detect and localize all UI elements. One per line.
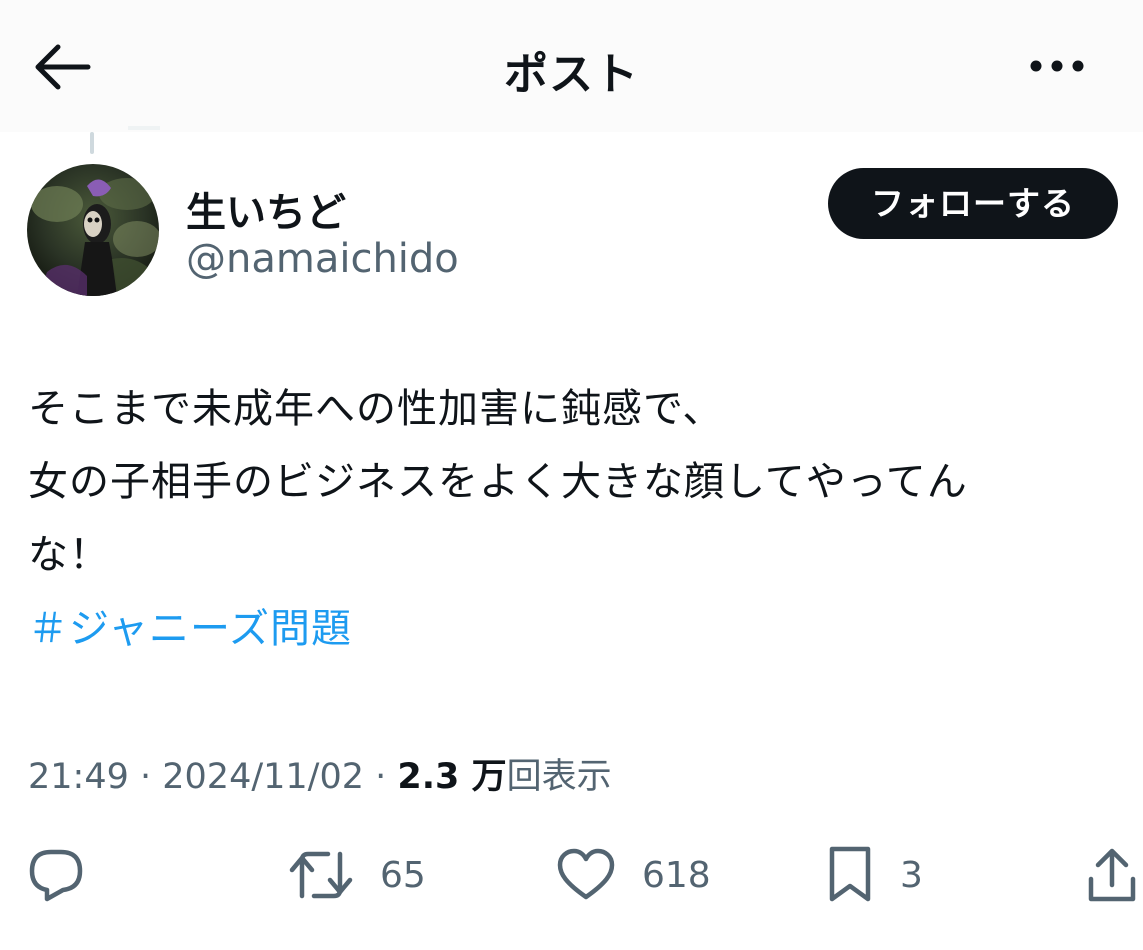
divider — [128, 126, 160, 130]
post-date[interactable]: 2024/11/02 — [162, 757, 364, 797]
tweet-text: そこまで未成年への性加害に鈍感で、 女の子相手のビジネスをよく大きな顔してやって… — [28, 373, 1133, 592]
bookmark-icon — [829, 846, 871, 902]
author-display-name[interactable]: 生いちど — [186, 180, 346, 238]
avatar[interactable] — [27, 164, 159, 296]
reply-bubble-icon — [29, 849, 83, 902]
meta-separator: · — [364, 757, 398, 797]
tweet-meta: 21:49 · 2024/11/02 · 2.3 万回表示 — [28, 748, 612, 799]
repost-button[interactable]: 65 — [288, 830, 426, 920]
thread-connector — [90, 132, 94, 154]
bookmark-count: 3 — [900, 854, 923, 896]
heart-icon — [557, 848, 615, 900]
like-button[interactable]: 618 — [556, 830, 711, 920]
share-button[interactable] — [1086, 830, 1138, 920]
repost-count: 65 — [380, 854, 426, 896]
author-handle[interactable]: @namaichido — [186, 236, 459, 282]
tweet-text-line: 女の子相手のビジネスをよく大きな顔してやってん — [28, 459, 968, 505]
top-bar: ポスト — [0, 0, 1143, 132]
meta-separator: · — [128, 757, 163, 797]
like-count: 618 — [642, 854, 711, 896]
hashtag-link[interactable]: ＃ジャニーズ問題 — [28, 596, 352, 654]
page-title: ポスト — [504, 49, 639, 100]
action-bar: 65 618 3 — [0, 830, 1143, 920]
follow-button[interactable]: フォローする — [828, 168, 1118, 239]
ellipsis-icon[interactable] — [1028, 54, 1086, 78]
views-count: 2.3 万 — [397, 757, 507, 797]
reply-button[interactable] — [27, 830, 85, 920]
avatar-image — [27, 164, 159, 296]
post-time[interactable]: 21:49 — [28, 757, 129, 797]
tweet-text-line: な！ — [28, 532, 110, 578]
share-icon — [1088, 848, 1136, 902]
tweet-text-line: そこまで未成年への性加害に鈍感で、 — [28, 386, 724, 432]
repost-icon — [289, 851, 353, 899]
views-label: 回表示 — [506, 757, 612, 797]
bookmark-button[interactable]: 3 — [826, 830, 923, 920]
